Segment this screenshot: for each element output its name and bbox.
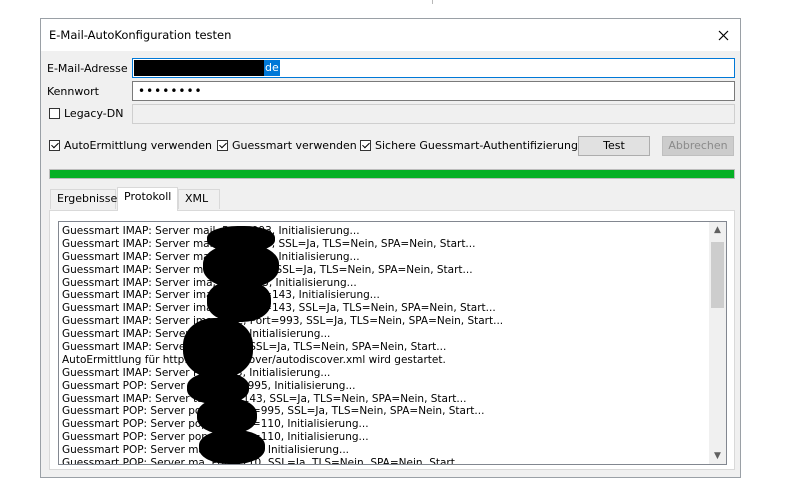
log-line: Guessmart IMAP: Server tal, Port=143, SS… — [62, 392, 467, 405]
guessmart-label: Guessmart verwenden — [232, 139, 357, 152]
redaction-mark — [197, 398, 257, 434]
autoconfig-dialog: E-Mail-AutoKonfiguration testen E-Mail-A… — [40, 18, 741, 478]
window-title: E-Mail-AutoKonfiguration testen — [49, 28, 232, 42]
tab-ergebnisse[interactable]: Ergebnisse — [50, 189, 117, 209]
autodiscover-label: AutoErmittlung verwenden — [64, 139, 212, 152]
log-line: AutoErmittlung für http.de/autodiscover/… — [62, 353, 446, 366]
legacy-dn-field — [132, 104, 735, 124]
email-label: E-Mail-Adresse — [47, 62, 128, 75]
autodiscover-checkbox[interactable] — [49, 140, 60, 151]
guessmart-checkbox[interactable] — [217, 140, 228, 151]
progress-bar — [49, 169, 735, 179]
log-line: Guessmart POP: Server p.de, Port=995, In… — [62, 379, 356, 392]
log-line: Guessmart POP: Server pop.de, Port=110, … — [62, 418, 369, 431]
secure-guessmart-label: Sichere Guessmart-Authentifizierung — [375, 139, 578, 152]
log-line: Guessmart POP: Server pop.de, Port=995, … — [62, 405, 485, 418]
title-bar: E-Mail-AutoKonfiguration testen — [41, 19, 740, 51]
redaction-mark — [207, 280, 271, 322]
log-line: Guessmart POP: Server ma, Port=110, SSL=… — [62, 457, 465, 465]
email-visible-suffix: de — [264, 60, 280, 76]
top-edge-mark — [432, 0, 433, 4]
protocol-panel: Guessmart IMAP: Server mail, Port=993, I… — [49, 210, 735, 470]
log-line: Guessmart IMAP: Server ima, Port=993, In… — [62, 276, 357, 289]
log-line: Guessmart IMAP: Server mai, Port=143, SS… — [62, 263, 473, 276]
log-line: Guessmart IMAP: Server Port=993, Initial… — [62, 328, 331, 341]
password-field[interactable]: •••••••• — [132, 81, 735, 101]
log-line: Guessmart IMAP: Server mail, Port=993, S… — [62, 237, 476, 250]
protocol-log[interactable]: Guessmart IMAP: Server mail, Port=993, I… — [58, 221, 727, 465]
log-line: Guessmart POP: Server pop.de, Port=110, … — [62, 431, 369, 444]
chevron-up-icon[interactable]: ▲ — [709, 223, 726, 237]
legacy-dn-label: Legacy-DN — [64, 107, 124, 120]
vertical-scrollbar[interactable]: ▲ ▼ — [709, 222, 726, 464]
legacy-dn-checkbox[interactable] — [49, 108, 60, 119]
tab-xml[interactable]: XML — [178, 189, 220, 209]
log-lines: Guessmart IMAP: Server mail, Port=993, I… — [62, 225, 708, 465]
close-button[interactable] — [706, 19, 740, 51]
log-line: Guessmart IMAP: Server imap.de, Port=143… — [62, 302, 496, 315]
log-line: Guessmart IMAP: Server mail, Port=143, I… — [62, 250, 360, 263]
scroll-thumb[interactable] — [711, 242, 724, 308]
log-line: Guessmart IMAP: Server imap.t.de, Port=9… — [62, 315, 504, 328]
log-line: Guessmart IMAP: Server imap.de, Port=143… — [62, 289, 380, 302]
log-line: Guessmart POP: Server ma, Port=995, Init… — [62, 444, 349, 457]
redaction-mark — [199, 430, 265, 464]
test-button[interactable]: Test — [578, 136, 650, 156]
redacted-email — [134, 60, 265, 76]
secure-guessmart-checkbox[interactable] — [360, 140, 371, 151]
cancel-button[interactable]: Abbrechen — [662, 136, 734, 156]
log-line: Guessmart IMAP: Server Port=143, Initial… — [62, 366, 331, 379]
progress-fill — [50, 170, 734, 178]
close-icon — [718, 30, 728, 40]
redaction-mark — [183, 318, 253, 378]
log-line: Guessmart IMAP: Server mail, Port=993, I… — [62, 225, 360, 237]
password-value: •••••••• — [138, 84, 203, 98]
chevron-down-icon[interactable]: ▼ — [709, 449, 726, 463]
email-field[interactable]: de — [132, 58, 735, 78]
log-line: Guessmart IMAP: Server Port=993, SSL=Ja,… — [62, 341, 447, 354]
password-label: Kennwort — [47, 85, 99, 98]
tab-protokoll[interactable]: Protokoll — [117, 187, 178, 211]
